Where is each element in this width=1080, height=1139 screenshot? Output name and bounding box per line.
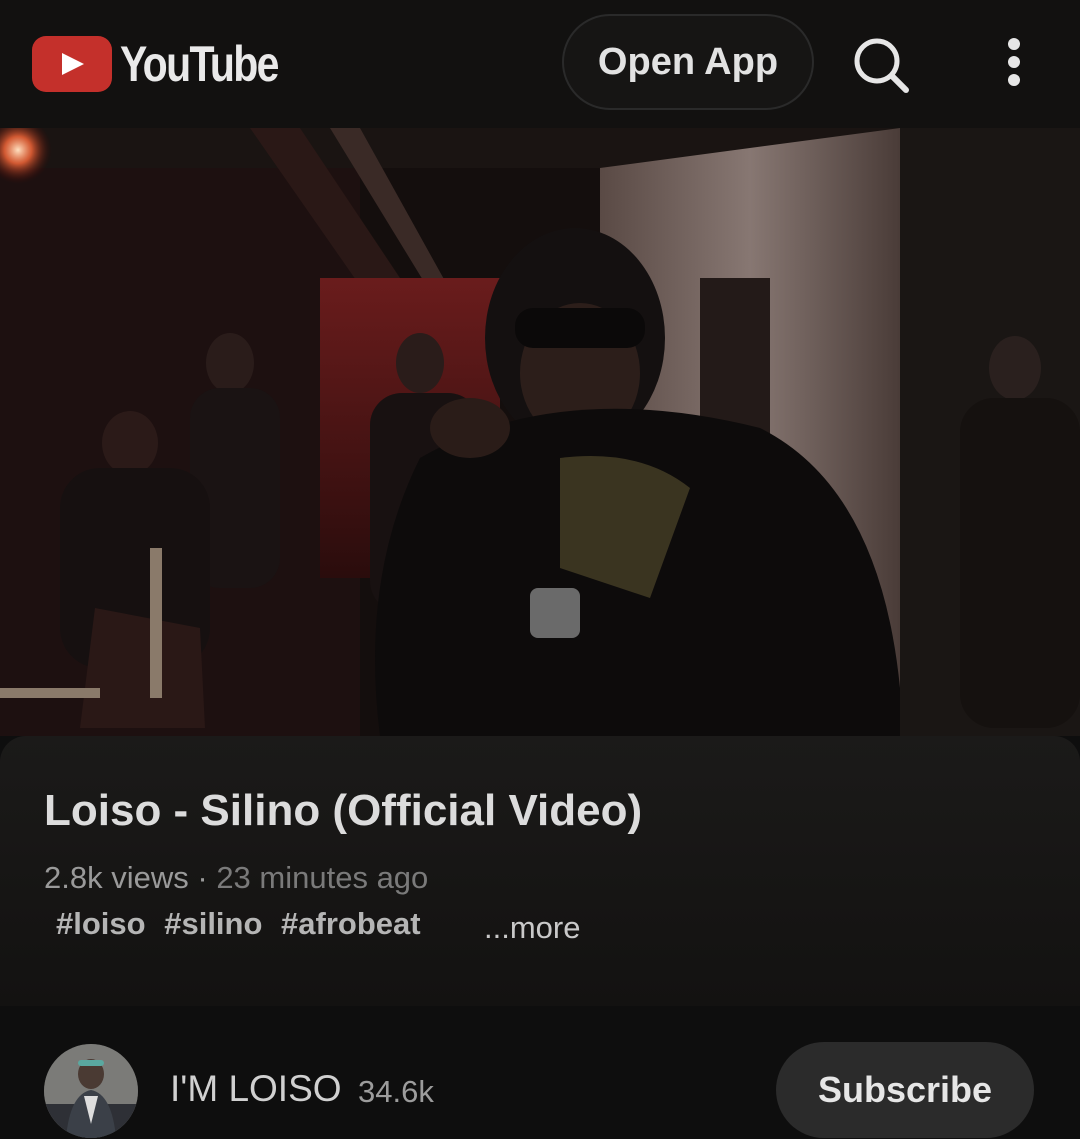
video-metadata: 2.8k views · 23 minutes ago	[44, 860, 428, 896]
search-icon[interactable]	[846, 30, 916, 100]
channel-avatar[interactable]	[44, 1044, 138, 1138]
show-more-button[interactable]: ...more	[484, 910, 580, 946]
hashtag-list: #loiso #silino #afrobeat	[56, 906, 431, 942]
subscribe-button[interactable]: Subscribe	[776, 1042, 1034, 1138]
youtube-wordmark: YouTube	[120, 36, 279, 92]
video-title: Loiso - Silino (Official Video)	[44, 786, 643, 835]
view-count: 2.8k views	[44, 860, 189, 895]
meta-separator: ·	[197, 860, 208, 895]
video-player[interactable]	[0, 128, 1080, 736]
upload-time: 23 minutes ago	[216, 860, 429, 895]
hashtag-link[interactable]: #silino	[164, 906, 262, 941]
subscriber-count: 34.6k	[358, 1074, 434, 1109]
channel-name[interactable]: I'M LOISO	[170, 1068, 342, 1110]
youtube-logo-icon	[32, 36, 112, 92]
hashtag-link[interactable]: #loiso	[56, 906, 146, 941]
video-frame	[0, 128, 1080, 736]
hashtag-link[interactable]: #afrobeat	[281, 906, 421, 941]
avatar-image	[44, 1044, 138, 1138]
youtube-logo[interactable]: YouTube	[32, 36, 312, 92]
more-vert-icon[interactable]	[980, 30, 1050, 100]
youtube-watch-page: YouTube Open App Loiso - Silino (Officia…	[0, 0, 1080, 1139]
open-app-button[interactable]: Open App	[562, 14, 814, 110]
top-app-bar: YouTube Open App	[0, 0, 1080, 128]
